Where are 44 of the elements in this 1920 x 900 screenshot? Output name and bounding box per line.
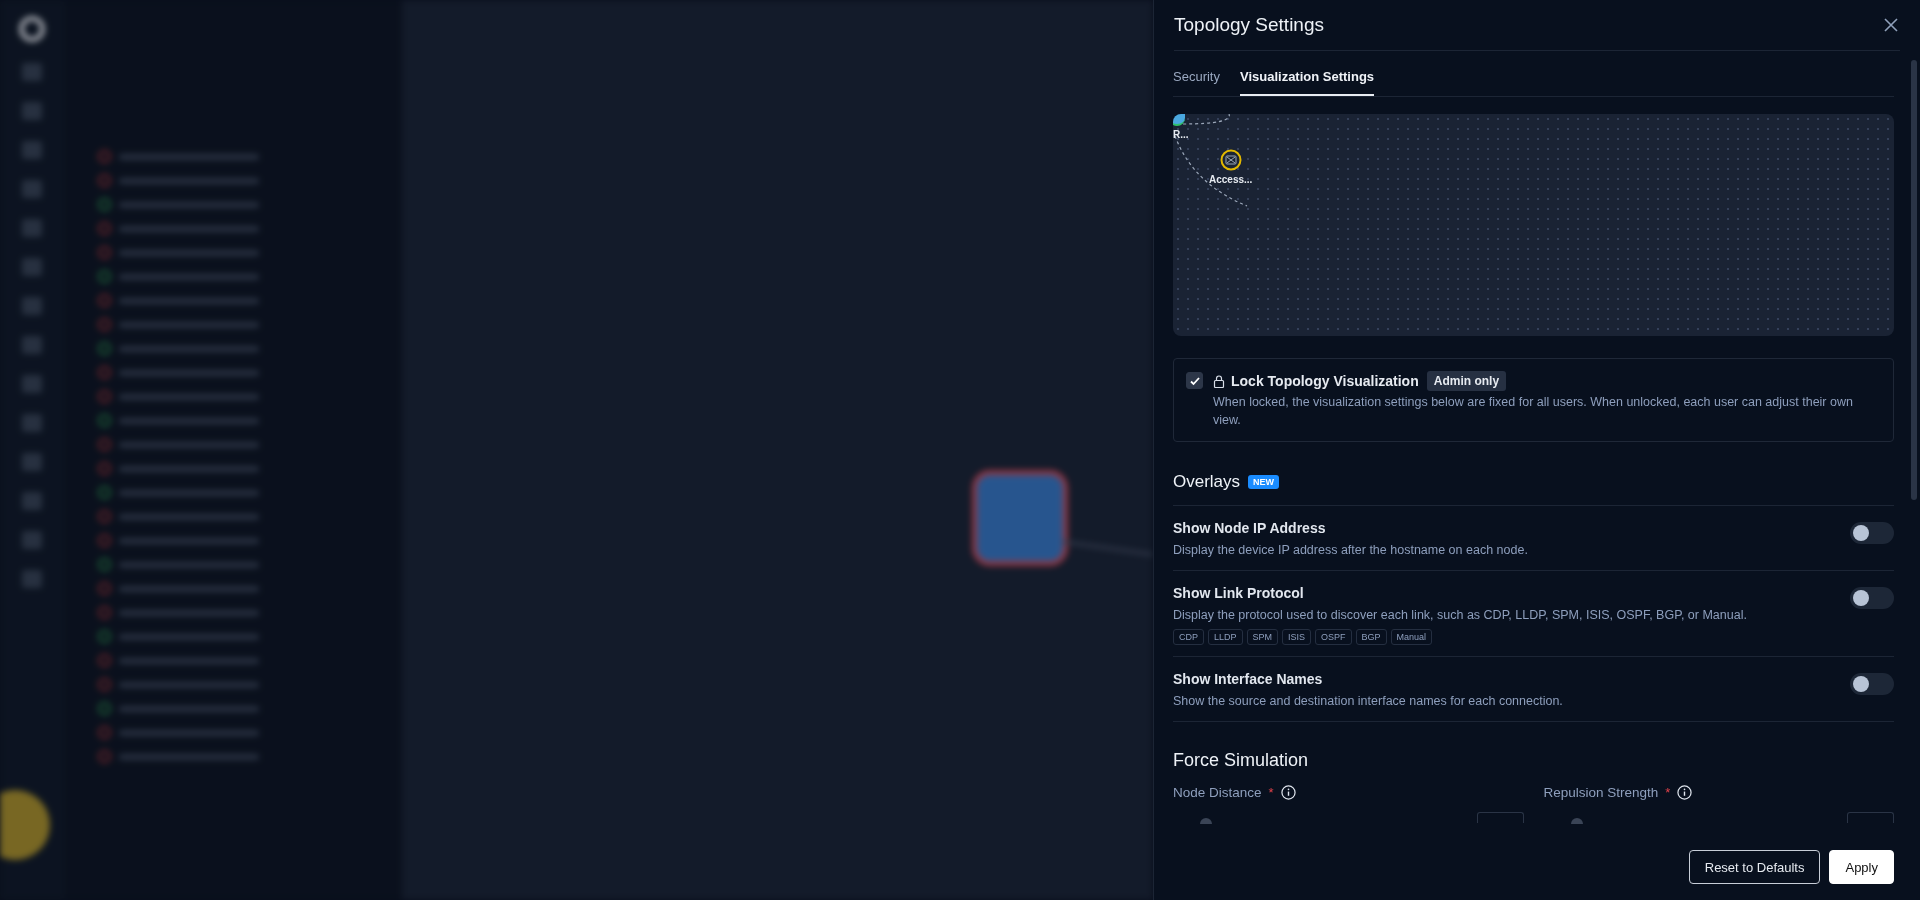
setting-description: Display the protocol used to discover each link, such as CDP, LLDP, SPM, ISIS, OSPF, BGP, or Manual.: [1173, 607, 1747, 624]
toggle-switch[interactable]: [1850, 587, 1894, 609]
checkbox[interactable]: [1186, 372, 1203, 389]
node-label: Access...: [1209, 174, 1253, 185]
apply-button[interactable]: Apply: [1829, 850, 1894, 884]
section-title: Overlays: [1173, 472, 1241, 492]
switch-node-icon[interactable]: [1219, 149, 1242, 171]
node-label: R...: [1173, 129, 1189, 140]
slider-thumb[interactable]: [1570, 818, 1583, 824]
number-input[interactable]: [1476, 812, 1524, 823]
toggle-switch[interactable]: [1850, 522, 1894, 544]
info-icon[interactable]: [1677, 785, 1693, 800]
section-title: Force Simulation: [1173, 750, 1310, 771]
protocol-tag: LLDP: [1208, 629, 1243, 645]
field-label: Repulsion Strength: [1543, 785, 1659, 800]
drawer-title: Topology Settings: [1174, 14, 1324, 36]
number-input[interactable]: [1847, 812, 1894, 823]
setting-title: Show Link Protocol: [1173, 585, 1305, 601]
setting-title: Show Node IP Address: [1173, 520, 1327, 536]
slider-thumb[interactable]: [1200, 818, 1212, 824]
scrollbar[interactable]: [1911, 60, 1917, 500]
lock-description: When locked, the visualization settings below are fixed for all users. When unlocked, each user can adjust their own view.: [1213, 394, 1854, 429]
setting-title: Show Interface Names: [1173, 671, 1324, 687]
admin-badge: Admin only: [1426, 371, 1507, 391]
toggle-switch[interactable]: [1850, 673, 1894, 695]
setting-description: Display the device IP address after the hostname on each node.: [1173, 542, 1528, 559]
lock-label: Lock Topology Visualization: [1231, 373, 1419, 389]
required-mark: *: [1268, 785, 1274, 800]
info-icon[interactable]: [1280, 785, 1296, 800]
tab[interactable]: Security: [1173, 63, 1220, 96]
protocol-tag: OSPF: [1315, 629, 1352, 645]
protocol-tag: ISIS: [1282, 629, 1312, 645]
field-label: Node Distance: [1173, 785, 1262, 800]
protocol-tag: BGP: [1355, 629, 1387, 645]
protocol-tag: CDP: [1173, 629, 1204, 645]
tab[interactable]: Visualization Settings: [1239, 63, 1375, 96]
protocol-tag: Manual: [1390, 629, 1433, 645]
close-icon[interactable]: [1882, 16, 1900, 34]
reset-button[interactable]: Reset to Defaults: [1688, 850, 1821, 884]
protocol-tag: SPM: [1246, 629, 1279, 645]
new-badge: NEW: [1248, 475, 1280, 489]
setting-description: Show the source and destination interface names for each connection.: [1173, 693, 1563, 710]
required-mark: *: [1665, 785, 1671, 800]
lock-icon: [1213, 374, 1225, 388]
